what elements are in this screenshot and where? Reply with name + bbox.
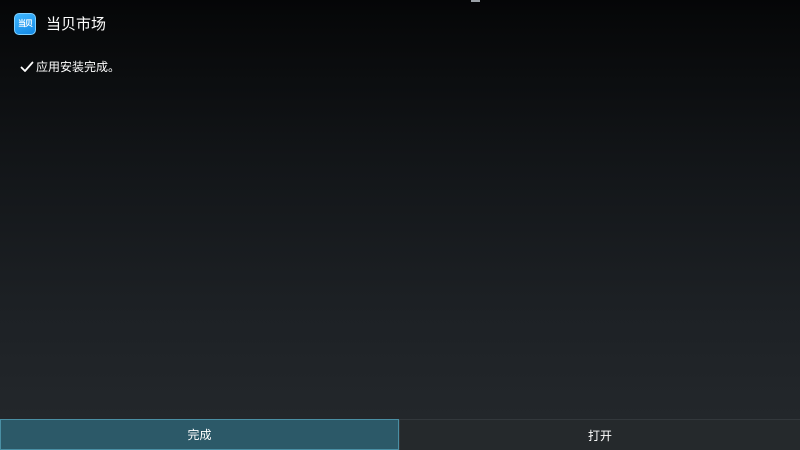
status-message: 应用安装完成。 (36, 60, 121, 74)
app-header: 当贝 当贝市场 (14, 12, 106, 36)
done-button[interactable]: 完成 (0, 419, 399, 450)
app-icon: 当贝 (14, 13, 36, 35)
action-bar: 完成 打开 (0, 419, 800, 450)
check-icon (20, 61, 34, 72)
app-title: 当贝市场 (46, 15, 107, 33)
install-status: 应用安装完成。 (20, 58, 120, 76)
top-indicator (471, 0, 480, 2)
open-button[interactable]: 打开 (399, 419, 800, 450)
app-icon-label: 当贝 (18, 19, 33, 28)
